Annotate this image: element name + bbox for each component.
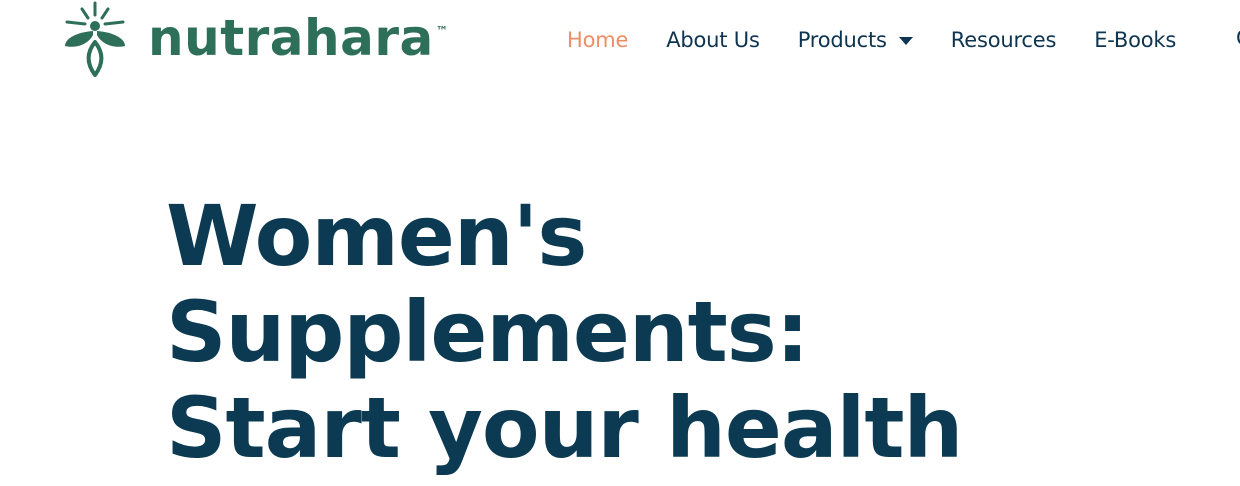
nav-products[interactable]: Products (798, 28, 913, 52)
nav-ebooks[interactable]: E-Books (1094, 28, 1176, 52)
nav-about-us[interactable]: About Us (666, 28, 760, 52)
nav-home-label: Home (567, 28, 629, 52)
nav-products-label: Products (797, 28, 887, 52)
hero-title-line: Supplements: (166, 283, 809, 381)
herb-sprout-icon (65, 1, 125, 77)
nav-resources-label: Resources (950, 28, 1057, 52)
hero-title: Women's Supplements: Start your health (166, 188, 1066, 476)
nav-home[interactable]: Home (567, 28, 628, 52)
hero-title-line: Women's (166, 187, 587, 285)
caret-down-icon (898, 37, 913, 45)
nav-truncated-item[interactable]: C (1236, 26, 1240, 50)
hero-title-line: Start your health (166, 379, 963, 477)
site-header: nutrahara ™ Home About Us Products Resou… (0, 0, 1240, 80)
nav-ebooks-label: E-Books (1094, 28, 1177, 52)
logo-link[interactable]: nutrahara ™ (60, 0, 460, 80)
brand-name: nutrahara (148, 9, 434, 67)
main-nav: Home About Us Products Resources E-Books (567, 24, 1214, 56)
nav-about-us-label: About Us (666, 28, 760, 52)
nav-resources[interactable]: Resources (950, 28, 1057, 52)
trademark-symbol: ™ (436, 24, 448, 38)
